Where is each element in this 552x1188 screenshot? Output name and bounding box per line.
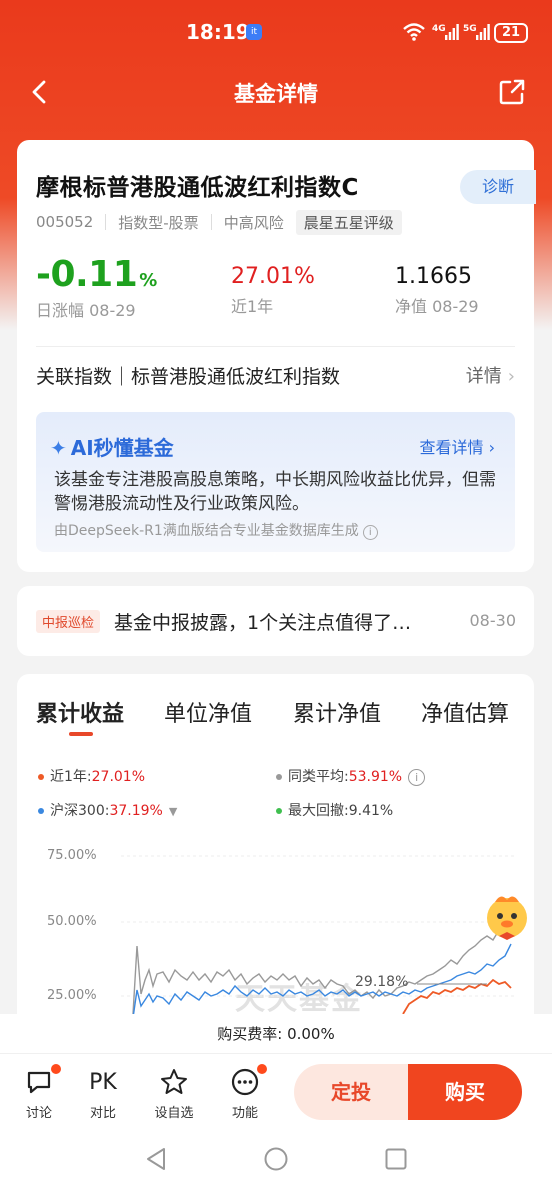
ai-more-link[interactable]: 查看详情 › <box>420 434 496 458</box>
ai-title: ✦ AI秒懂基金 <box>50 436 174 460</box>
status-bar: 18:19 it 4G 5G 21 <box>0 0 552 66</box>
chat-icon <box>27 1071 51 1094</box>
sparkle-icon: ✦ <box>50 436 67 460</box>
ai-source-note: 由DeepSeek-R1满血版结合专业基金数据库生成 i <box>54 520 378 540</box>
add-watchlist-button[interactable]: 设自选 <box>146 1066 202 1121</box>
mascot-icon[interactable] <box>481 890 533 942</box>
home-nav-icon[interactable] <box>263 1146 289 1172</box>
discuss-button[interactable]: 讨论 <box>11 1064 67 1121</box>
marker-label: 29.18% <box>355 974 409 990</box>
fund-name: 摩根标普港股通低波红利指数C <box>36 175 359 201</box>
fund-type: 指数型-股票 <box>118 213 199 232</box>
daily-change-label: 日涨幅 08-29 <box>36 301 136 320</box>
share-icon[interactable] <box>498 78 526 106</box>
divider <box>210 214 212 230</box>
auto-invest-button[interactable]: 定投 <box>294 1064 408 1120</box>
wifi-icon <box>403 23 425 41</box>
buy-button[interactable]: 购买 <box>408 1064 522 1120</box>
network-5g: 5G <box>463 24 477 34</box>
fund-tags: 005052 指数型-股票 中高风险 晨星五星评级 <box>36 209 402 235</box>
recents-nav-icon[interactable] <box>384 1147 408 1171</box>
daily-change-value: -0.11 <box>36 254 138 295</box>
ai-summary-box[interactable]: ✦ AI秒懂基金 查看详情 › 该基金专注港股高股息策略，中长期风险收益比优异，但… <box>36 412 515 552</box>
pk-icon: PK <box>89 1069 117 1095</box>
info-icon[interactable]: i <box>362 525 378 540</box>
status-time: 18:19 <box>186 20 250 44</box>
divider <box>105 214 107 230</box>
purchase-fee-bar: 购买费率: 0.00% <box>0 1014 552 1054</box>
notification-dot <box>257 1064 267 1074</box>
system-navigation-bar <box>0 1130 552 1188</box>
bottom-action-bar: 讨论 PK 对比 设自选 功能 定投 购买 <box>0 1054 552 1130</box>
fund-code: 005052 <box>36 213 94 231</box>
daily-change-metric: -0.11% 日涨幅 08-29 <box>36 254 157 321</box>
nav-metric: 1.1665 净值 08-29 <box>395 264 479 317</box>
page-title: 基金详情 <box>234 82 318 106</box>
nav-bar: 基金详情 <box>0 66 552 120</box>
back-nav-icon[interactable] <box>144 1146 168 1172</box>
year-return-metric: 27.01% 近1年 <box>231 264 315 317</box>
compare-button[interactable]: PK 对比 <box>75 1066 131 1122</box>
chevron-right-icon: › <box>507 366 515 387</box>
hs300-line <box>132 943 512 1019</box>
daily-change-unit: % <box>139 270 158 291</box>
nav-label: 净值 08-29 <box>395 297 479 316</box>
network-4g: 4G <box>432 24 446 34</box>
fund-risk: 中高风险 <box>223 213 284 232</box>
signal-icon <box>476 24 490 40</box>
divider <box>36 346 515 347</box>
nav-value: 1.1665 <box>395 264 472 289</box>
related-index-label: 关联指数｜标普港股通低波红利指数 <box>36 366 341 388</box>
report-tag: 中报巡检 <box>36 610 101 633</box>
year-return-value: 27.01% <box>231 264 315 289</box>
ai-summary-text: 该基金专注港股高股息策略，中长期风险收益比优异，但需警惕港股流动性及行业政策风险… <box>54 470 496 514</box>
report-date: 08-30 <box>469 611 517 630</box>
app-notification-icon: it <box>246 24 262 40</box>
index-detail-link[interactable]: 详情 › <box>466 362 515 388</box>
report-text: 基金中报披露，1个关注点值得了… <box>114 612 412 634</box>
peer-line <box>132 917 512 1015</box>
battery-indicator: 21 <box>494 23 528 43</box>
fund-rating-badge[interactable]: 晨星五星评级 <box>295 209 402 235</box>
star-icon <box>161 1069 187 1094</box>
report-card[interactable]: 中报巡检 基金中报披露，1个关注点值得了… 08-30 <box>17 586 534 656</box>
fund-summary-card: 摩根标普港股通低波红利指数C 诊断 005052 指数型-股票 中高风险 晨星五… <box>17 140 536 572</box>
year-return-label: 近1年 <box>231 297 274 316</box>
more-icon <box>231 1068 259 1096</box>
notification-dot <box>51 1064 61 1074</box>
fund-line <box>402 978 512 1015</box>
signal-icon <box>445 24 459 40</box>
diagnose-button[interactable]: 诊断 <box>460 170 536 204</box>
function-button[interactable]: 功能 <box>217 1064 273 1121</box>
related-index-row[interactable]: 关联指数｜标普港股通低波红利指数 详情 › <box>36 362 515 392</box>
